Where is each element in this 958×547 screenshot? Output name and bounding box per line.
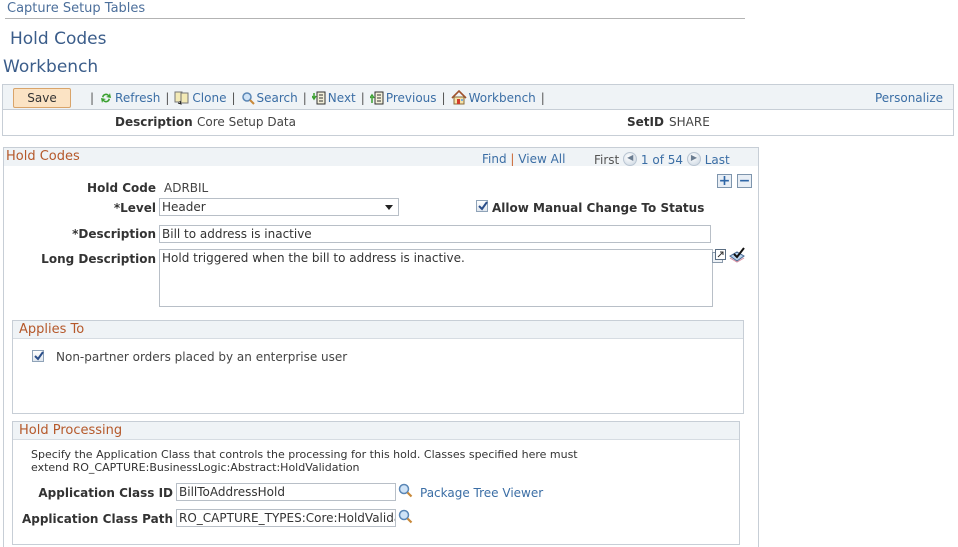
description-key-label: Description: [115, 115, 193, 129]
allow-manual-change-checkbox[interactable]: [476, 200, 488, 212]
allow-manual-change-label: Allow Manual Change To Status: [492, 201, 705, 215]
toolbar-separator: |: [360, 90, 365, 105]
setid-value: SHARE: [669, 115, 710, 129]
previous-icon: [369, 91, 384, 104]
key-bar: Description Core Setup Data SetID SHARE: [2, 110, 954, 136]
refresh-link[interactable]: Refresh: [99, 91, 160, 105]
non-partner-orders-label: Non-partner orders placed by an enterpri…: [56, 350, 348, 364]
help-line-1: Specify the Application Class that contr…: [31, 448, 578, 461]
expand-icon[interactable]: [712, 249, 726, 263]
hold-code-value: ADRBIL: [164, 181, 209, 195]
last-link[interactable]: Last: [705, 153, 730, 167]
checkmark-icon: [34, 351, 44, 361]
hold-processing-help: Specify the Application Class that contr…: [31, 448, 578, 474]
hold-processing-header: Hold Processing: [13, 422, 739, 440]
hold-codes-title: Hold Codes: [6, 149, 80, 164]
hold-code-label: Hold Code: [87, 181, 156, 195]
toolbar-separator: |: [540, 90, 545, 105]
next-icon: [311, 91, 326, 104]
applies-to-group: Applies To Non-partner orders placed by …: [12, 320, 744, 414]
clone-icon: [174, 91, 189, 105]
delete-row-button[interactable]: −: [737, 174, 752, 188]
search-icon: [241, 91, 255, 105]
find-link[interactable]: Find: [482, 152, 507, 166]
application-class-path-label: Application Class Path: [21, 512, 173, 526]
level-select[interactable]: Header: [159, 198, 399, 216]
home-icon: [451, 90, 467, 105]
level-selected-value: Header: [162, 200, 206, 214]
application-class-id-input[interactable]: BillToAddressHold: [176, 483, 396, 501]
refresh-icon: [101, 92, 112, 103]
toolbar-separator: |: [231, 90, 236, 105]
applies-to-header: Applies To: [13, 321, 743, 339]
left-arrow-icon: ◀: [627, 153, 634, 162]
previous-label: Previous: [385, 90, 437, 105]
description-key-value: Core Setup Data: [197, 115, 296, 129]
hold-codes-header: Hold Codes Find | View All First ◀ 1 of …: [4, 148, 758, 167]
chevron-down-icon: [385, 205, 393, 210]
package-tree-viewer-link[interactable]: Package Tree Viewer: [420, 486, 543, 500]
next-label: Next: [327, 90, 356, 105]
toolbar-separator: |: [441, 90, 446, 105]
refresh-label: Refresh: [115, 90, 161, 105]
applies-to-title: Applies To: [19, 322, 85, 337]
add-row-button[interactable]: +: [717, 174, 732, 188]
help-line-2: extend RO_CAPTURE:BusinessLogic:Abstract…: [31, 461, 360, 474]
toolbar-actions: | Refresh | Clone | Search | Next | Prev…: [85, 90, 550, 105]
component-title: Workbench: [3, 57, 99, 77]
record-pager: First ◀ 1 of 54 ▶ Last: [594, 152, 730, 167]
page-title: Hold Codes: [10, 29, 107, 49]
workbench-label: Workbench: [468, 90, 536, 105]
breadcrumb-divider: [5, 18, 745, 19]
toolbar-separator: |: [90, 90, 95, 105]
toolbar-separator: |: [302, 90, 307, 105]
view-all-link[interactable]: View All: [518, 152, 565, 166]
description-input[interactable]: Bill to address is inactive: [159, 225, 711, 243]
long-description-label: Long Description: [41, 252, 156, 266]
personalize-link[interactable]: Personalize: [875, 91, 943, 105]
description-label: *Description: [72, 227, 156, 241]
first-label: First: [594, 153, 620, 167]
previous-link[interactable]: Previous: [369, 90, 437, 105]
checkmark-icon: [478, 201, 488, 211]
clone-label: Clone: [192, 90, 227, 105]
next-link[interactable]: Next: [311, 90, 356, 105]
long-description-textarea[interactable]: Hold triggered when the bill to address …: [159, 249, 713, 307]
hold-processing-group: Hold Processing Specify the Application …: [12, 421, 740, 545]
grid-nav: Find | View All: [482, 152, 565, 166]
right-arrow-icon: ▶: [690, 153, 698, 162]
workbench-link[interactable]: Workbench: [451, 90, 536, 105]
setid-label: SetID: [627, 115, 664, 129]
spell-check-icon[interactable]: [728, 247, 746, 263]
hold-processing-title: Hold Processing: [19, 423, 123, 438]
record-position: 1 of 54: [640, 153, 684, 167]
search-label: Search: [256, 90, 298, 105]
previous-record-button[interactable]: ◀: [623, 152, 638, 166]
save-button[interactable]: Save: [13, 88, 71, 108]
application-class-id-label: Application Class ID: [38, 486, 173, 500]
clone-link[interactable]: Clone: [174, 91, 226, 105]
nav-separator: |: [510, 152, 515, 166]
hold-codes-section: Hold Codes Find | View All First ◀ 1 of …: [3, 147, 759, 547]
search-link[interactable]: Search: [241, 91, 298, 105]
lookup-icon[interactable]: [398, 483, 413, 498]
breadcrumb[interactable]: Capture Setup Tables: [7, 1, 145, 16]
level-label: *Level: [113, 201, 156, 215]
next-record-button[interactable]: ▶: [686, 152, 701, 166]
toolbar: Save | Refresh | Clone | Search | Next |…: [2, 84, 954, 110]
toolbar-separator: |: [165, 90, 170, 105]
lookup-icon[interactable]: [398, 509, 413, 524]
non-partner-orders-checkbox[interactable]: [32, 350, 44, 362]
application-class-path-input[interactable]: RO_CAPTURE_TYPES:Core:HoldValidation: [176, 509, 396, 527]
